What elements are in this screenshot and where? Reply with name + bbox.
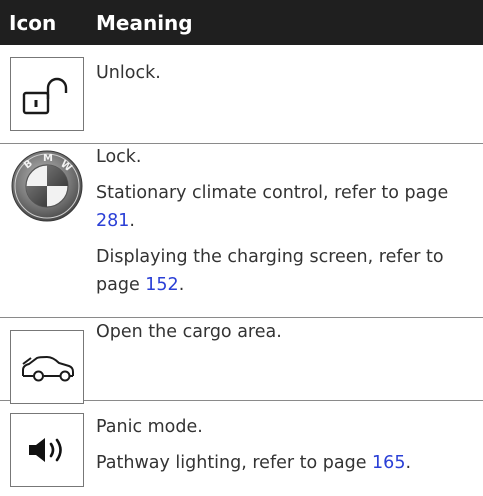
meaning-text: Unlock. (96, 63, 161, 83)
table-row-cargo: Open the cargo area. (0, 318, 483, 404)
bmw-logo-wrap: B M W (10, 149, 84, 223)
car-trunk-icon (22, 355, 74, 382)
meaning-text: Lock. (96, 147, 142, 167)
meaning-text: Open the cargo area. (96, 322, 282, 342)
meaning-cell: Panic mode. Pathway lighting, refer to p… (96, 413, 475, 485)
column-header-icon: Icon (9, 11, 57, 35)
table-row-panic: Panic mode. Pathway lighting, refer to p… (0, 401, 483, 496)
cargo-icon-box (10, 330, 84, 404)
unlock-padlock-icon (22, 77, 68, 115)
column-header-meaning: Meaning (96, 11, 193, 35)
meaning-text-with-ref: Pathway lighting, refer to page 165. (96, 453, 412, 473)
meaning-cell: Open the cargo area. (96, 318, 475, 354)
panic-icon-box (10, 413, 84, 487)
page-link[interactable]: 165 (372, 453, 405, 473)
meaning-text: Panic mode. (96, 417, 203, 437)
meaning-text-with-ref: Displaying the charging screen, refer to… (96, 247, 444, 295)
table-row-lock: B M W Lock. Stationary climate control, … (0, 143, 483, 318)
page-link[interactable]: 281 (96, 211, 129, 231)
bmw-logo-icon: B M W (11, 150, 83, 222)
meaning-cell: Unlock. (96, 59, 475, 95)
meaning-cell: Lock. Stationary climate control, refer … (96, 143, 475, 307)
meaning-text-with-ref: Stationary climate control, refer to pag… (96, 183, 449, 231)
table-row-unlock: Unlock. (0, 45, 483, 144)
logo-letter-m: M (43, 153, 53, 164)
horn-speaker-icon (29, 438, 62, 462)
unlock-icon-box (10, 57, 84, 131)
table-header: Icon Meaning (0, 0, 483, 45)
page-link[interactable]: 152 (145, 275, 178, 295)
icon-meaning-table: Icon Meaning Unlock. B M W Lock. Station… (0, 0, 483, 496)
